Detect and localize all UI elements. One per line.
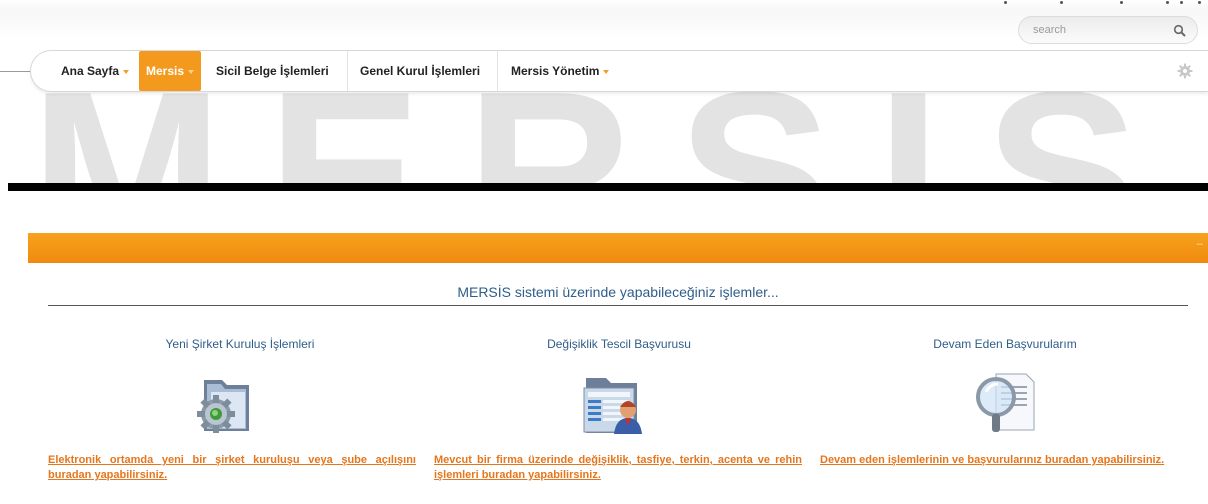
folder-gear-icon[interactable] — [190, 370, 258, 438]
nav-separator — [347, 51, 348, 91]
folder-user-icon[interactable] — [580, 370, 648, 438]
nav-separator — [497, 51, 498, 91]
nav-ana-sayfa[interactable]: Ana Sayfa — [61, 51, 130, 91]
chevron-down-icon — [188, 69, 195, 74]
card-desc-degisiklik[interactable]: Mevcut bir firma üzerinde değişiklik, ta… — [434, 453, 802, 483]
nav-sicil-belge-label: Sicil Belge İşlemleri — [216, 64, 329, 78]
nav-genel-kurul-label: Genel Kurul İşlemleri — [360, 64, 481, 78]
header-divider — [8, 183, 1208, 191]
gear-icon[interactable] — [1177, 63, 1193, 79]
collapse-button[interactable]: – — [1197, 238, 1203, 250]
main-nav: Ana Sayfa Mersis Sicil Belge İşlemleri G… — [30, 50, 1208, 92]
card-desc-yeni-sirket[interactable]: Elektronik ortamda yeni bir şirket kurul… — [48, 453, 416, 483]
magnifier-document-icon[interactable] — [972, 370, 1040, 438]
panel-header: – — [28, 233, 1208, 263]
card-title-degisiklik[interactable]: Değişiklik Tescil Başvurusu — [459, 337, 779, 351]
top-dots — [1000, 0, 1208, 6]
nav-mersis-yonetim[interactable]: Mersis Yönetim — [511, 51, 610, 91]
nav-genel-kurul[interactable]: Genel Kurul İşlemleri — [360, 51, 480, 91]
nav-mersis-label: Mersis — [145, 64, 185, 78]
chevron-down-icon — [603, 69, 610, 74]
section-rule — [48, 305, 1188, 306]
card-desc-devam-eden[interactable]: Devam eden işlemlerinin ve başvurularını… — [820, 453, 1188, 468]
search-input[interactable] — [1033, 22, 1163, 38]
nav-sicil-belge[interactable]: Sicil Belge İşlemleri — [216, 51, 329, 91]
nav-ana-sayfa-label: Ana Sayfa — [61, 64, 120, 78]
chevron-down-icon — [123, 69, 130, 74]
section-heading: MERSİS sistemi üzerinde yapabileceğiniz … — [457, 284, 779, 300]
search-icon[interactable] — [1173, 24, 1187, 38]
card-title-yeni-sirket[interactable]: Yeni Şirket Kuruluş İşlemleri — [80, 337, 400, 351]
nav-mersis[interactable]: Mersis — [139, 51, 201, 91]
nav-mersis-yonetim-label: Mersis Yönetim — [511, 64, 600, 78]
card-title-devam-eden[interactable]: Devam Eden Başvurularım — [845, 337, 1165, 351]
search-box — [1018, 16, 1198, 44]
